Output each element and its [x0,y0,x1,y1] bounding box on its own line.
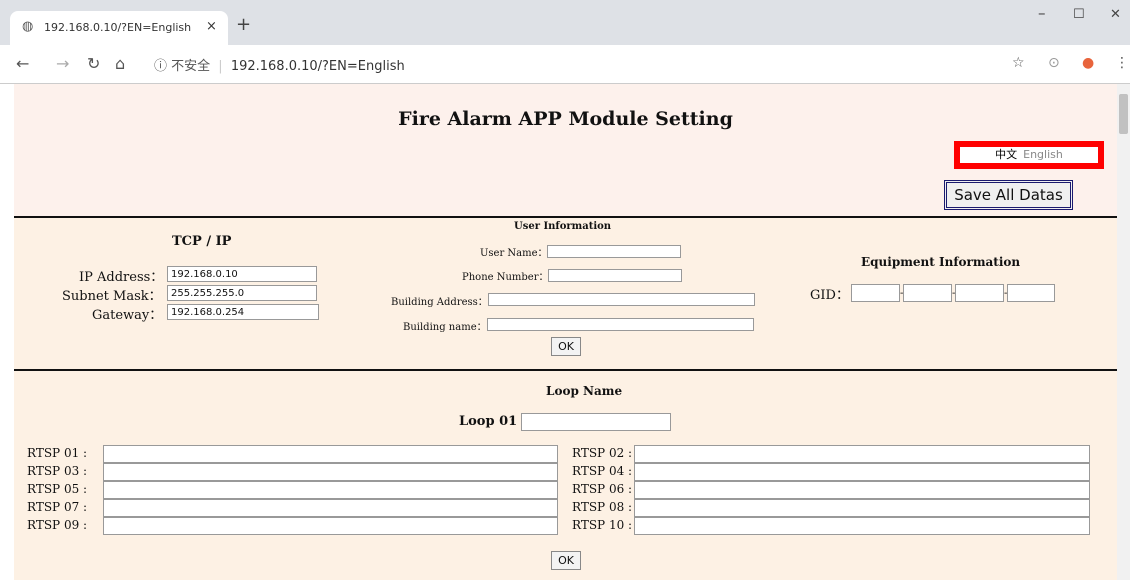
building-address-input[interactable] [488,293,755,306]
gid-input-4[interactable] [1007,284,1055,302]
scrollbar[interactable] [1117,84,1130,580]
rtsp-03-label: RTSP 03 : [27,464,88,478]
globe-icon: ◍ [22,19,34,34]
omnibox[interactable]: ⓘ 不安全 | 192.168.0.10/?EN=English [154,55,405,74]
lang-english-link[interactable]: English [1023,148,1063,161]
ip-address-input[interactable] [167,266,317,282]
home-icon[interactable]: ⌂ [115,54,125,73]
ip-label: IP Address： [79,270,164,285]
tab-close-icon[interactable]: × [206,19,217,34]
rtsp-10-label: RTSP 10 : [572,518,633,532]
phone-number-label: Phone Number： [462,272,549,283]
user-info-ok-button[interactable]: OK [551,337,581,356]
page-title: Fire Alarm APP Module Setting [398,108,733,130]
address-bar: ← → ↻ ⌂ ⓘ 不安全 | 192.168.0.10/?EN=English… [0,45,1130,84]
rtsp-07-label: RTSP 07 : [27,500,88,514]
gateway-label: Gateway： [92,308,163,323]
loop-01-input[interactable] [521,413,671,431]
loop-section: Loop Name Loop 01 : RTSP 01 : RTSP 03 : … [14,371,1117,580]
rtsp-09-label: RTSP 09 : [27,518,88,532]
back-arrow-icon[interactable]: ← [16,54,29,73]
rtsp-08-input[interactable] [634,499,1090,517]
tab-title: 192.168.0.10/?EN=English [44,21,192,34]
gid-input-3[interactable] [955,284,1004,302]
rtsp-04-label: RTSP 04 : [572,464,633,478]
rtsp-03-input[interactable] [103,463,558,481]
user-name-input[interactable] [547,245,681,258]
star-icon[interactable]: ☆ [1012,55,1025,71]
building-address-label: Building Address： [391,297,488,308]
rtsp-05-input[interactable] [103,481,558,499]
window-close-button[interactable]: ✕ [1110,7,1121,22]
gateway-input[interactable] [167,304,319,320]
subnet-label: Subnet Mask： [62,289,162,304]
rtsp-05-label: RTSP 05 : [27,482,88,496]
rtsp-08-label: RTSP 08 : [572,500,633,514]
rtsp-02-label: RTSP 02 : [572,446,633,460]
equipment-heading: Equipment Information [861,255,1021,269]
rtsp-04-input[interactable] [634,463,1090,481]
language-selector: 中文 English [954,141,1104,169]
new-tab-button[interactable]: + [236,14,251,35]
insecure-label: ⓘ 不安全 [154,59,211,74]
rtsp-01-input[interactable] [103,445,558,463]
url-text: 192.168.0.10/?EN=English [230,59,405,74]
subnet-mask-input[interactable] [167,285,317,301]
header-section: Fire Alarm APP Module Setting 中文 English … [14,84,1117,216]
rtsp-06-input[interactable] [634,481,1090,499]
rtsp-07-input[interactable] [103,499,558,517]
gid-input-2[interactable] [903,284,952,302]
browser-tab-bar: ◍ 192.168.0.10/?EN=English × + – ☐ ✕ [0,0,1130,45]
loop-01-colon: : [510,414,515,429]
user-info-heading: User Information [514,221,612,232]
maximize-button[interactable]: ☐ [1073,7,1085,22]
minimize-button[interactable]: – [1038,4,1046,22]
extension-icon[interactable]: ⊙ [1048,55,1060,71]
user-name-label: User Name： [480,248,548,259]
save-all-button[interactable]: Save All Datas [944,180,1073,210]
menu-icon[interactable]: ⋮ [1115,55,1129,71]
loop-heading: Loop Name [546,384,623,398]
rtsp-01-label: RTSP 01 : [27,446,88,460]
page-viewport: Fire Alarm APP Module Setting 中文 English … [0,84,1117,580]
scrollbar-thumb[interactable] [1119,94,1128,134]
browser-tab[interactable]: ◍ 192.168.0.10/?EN=English × [10,11,228,45]
rtsp-10-input[interactable] [634,517,1090,535]
phone-number-input[interactable] [548,269,682,282]
gid-label: GID： [810,288,849,303]
reload-icon[interactable]: ↻ [87,54,100,73]
tcpip-heading: TCP / IP [172,234,232,249]
rtsp-06-label: RTSP 06 : [572,482,633,496]
loop-01-label: Loop 01 [459,414,518,429]
rtsp-02-input[interactable] [634,445,1090,463]
building-name-label: Building name： [403,322,487,333]
building-name-input[interactable] [487,318,754,331]
lang-chinese-link[interactable]: 中文 [995,148,1017,161]
profile-icon[interactable]: ● [1082,55,1094,71]
rtsp-09-input[interactable] [103,517,558,535]
rtsp-ok-button[interactable]: OK [551,551,581,570]
gid-input-1[interactable] [851,284,900,302]
settings-section: TCP / IP IP Address： Subnet Mask： Gatewa… [14,218,1117,369]
forward-arrow-icon[interactable]: → [56,54,69,73]
